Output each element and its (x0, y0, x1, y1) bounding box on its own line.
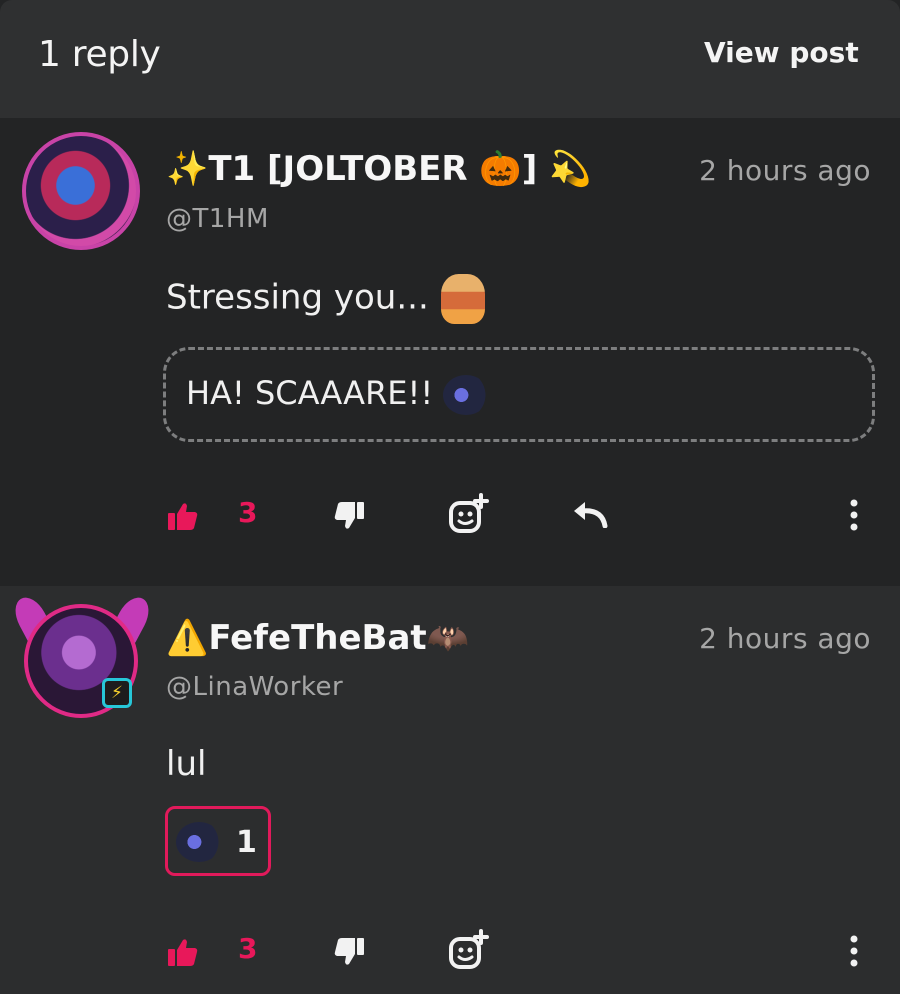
replies-count-title: 1 reply (38, 34, 161, 75)
comment-item: ⚡ ⚠️FefeTheBat🦇 @LinaWorker 2 hours ago … (0, 586, 900, 994)
add-reaction-icon[interactable] (448, 493, 490, 535)
author-handle[interactable]: @LinaWorker (166, 672, 343, 702)
lightning-badge-icon: ⚡ (102, 678, 132, 708)
bat-sticker-icon (176, 822, 222, 862)
comment-actions: 3 (0, 490, 900, 540)
quoted-text: HA! SCAAARE!! (186, 374, 490, 415)
replies-header: 1 reply View post (0, 0, 900, 118)
comment-item: ✨T1 [JOLTOBER 🎃] 💫 @T1HM 2 hours ago Str… (0, 118, 900, 586)
view-post-button[interactable]: View post (704, 36, 859, 69)
reaction-count: 1 (236, 825, 257, 860)
author-name[interactable]: ✨T1 [JOLTOBER 🎃] 💫 (166, 149, 591, 189)
comment-actions: 3 (0, 926, 900, 976)
thumbs-down-icon[interactable] (334, 502, 364, 530)
reply-icon[interactable] (572, 500, 608, 528)
food-sticker-icon (440, 274, 485, 324)
thumbs-up-icon[interactable] (168, 938, 198, 966)
comment-timestamp: 2 hours ago (699, 622, 871, 655)
thumbs-down-icon[interactable] (334, 938, 364, 966)
reaction-chip[interactable]: 1 (165, 806, 271, 876)
more-options-icon[interactable] (846, 934, 862, 968)
author-handle[interactable]: @T1HM (166, 204, 269, 234)
thumbs-up-icon[interactable] (168, 502, 198, 530)
author-name[interactable]: ⚠️FefeTheBat🦇 (166, 618, 469, 658)
comment-timestamp: 2 hours ago (699, 154, 871, 187)
quote-content: HA! SCAAARE!! (186, 374, 434, 412)
add-reaction-icon[interactable] (448, 929, 490, 971)
like-count: 3 (238, 496, 258, 529)
comment-text: Stressing you... (166, 277, 429, 318)
avatar[interactable] (22, 132, 140, 250)
like-count: 3 (238, 932, 258, 965)
comment-text: lul (166, 744, 207, 784)
comment-body: Stressing you... (166, 274, 485, 324)
quoted-text-box: HA! SCAAARE!! (163, 347, 875, 442)
more-options-icon[interactable] (846, 498, 862, 532)
bat-sticker-icon (443, 375, 490, 415)
